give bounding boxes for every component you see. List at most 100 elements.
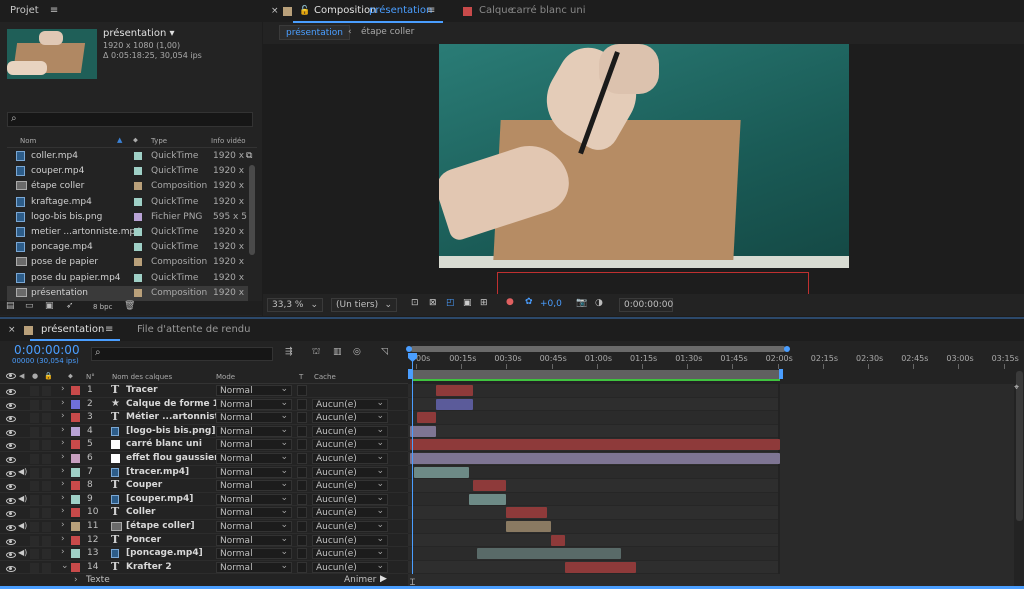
track-matte-dropdown[interactable]: Aucun(e) ⌄ [312,438,388,451]
layer-label-swatch[interactable] [71,562,80,572]
mode-dropdown[interactable]: Normal ⌄ [216,438,292,451]
lock-toggle[interactable] [42,549,51,560]
new-comp-icon[interactable]: ▣ [45,301,54,311]
layer-row[interactable]: ◀) › 11 [étape coller] Normal ⌄ Aucun(e)… [0,520,408,534]
mode-dropdown[interactable]: Normal ⌄ [216,506,292,519]
expand-chevron-icon[interactable]: ⌄ [61,561,69,571]
layer-label-swatch[interactable] [71,467,80,477]
sort-ascending-icon[interactable]: ▲ [117,136,122,144]
project-search-input[interactable]: ⌕ [7,112,253,127]
solo-toggle[interactable] [30,522,39,532]
lock-toggle[interactable] [42,467,51,478]
layer-name[interactable]: Calque de forme 1 [126,399,219,409]
layer-label-swatch[interactable] [71,399,80,409]
mode-dropdown[interactable]: Normal ⌄ [216,452,292,464]
exposure-reset-icon[interactable]: ✿ [525,297,533,307]
expand-chevron-icon[interactable]: › [61,438,65,448]
close-tab-icon[interactable]: × [271,0,279,22]
lock-toggle[interactable] [42,481,51,492]
layer-duration-bar[interactable] [410,439,780,451]
layer-label-swatch[interactable] [71,535,80,545]
time-ruler[interactable]: 00s 00:15s 00:30s 00:45s 01:00s 01:15s 01:30s 0… [408,352,1024,370]
preserve-transparency-toggle[interactable] [297,385,307,396]
lock-toggle[interactable] [42,399,51,410]
track-matte-dropdown[interactable]: Aucun(e) ⌄ [312,561,388,573]
preserve-transparency-toggle[interactable] [297,398,307,410]
layer-name[interactable]: Métier ...artonniste [126,412,225,422]
visibility-eye-icon[interactable] [6,551,16,561]
layer-name[interactable]: [couper.mp4] [126,494,193,504]
layer-row[interactable]: › 5 carré blanc uni Normal ⌄ Aucun(e) ⌄ [0,438,408,452]
solo-toggle[interactable] [30,508,39,519]
layer-duration-bar[interactable] [565,561,636,573]
project-item[interactable]: pose du papier.mp4 QuickTime 1920 x [7,271,248,286]
mode-dropdown[interactable]: Normal ⌄ [216,425,292,437]
solo-toggle[interactable] [30,467,39,478]
zoom-slider-handle-icon[interactable]: ⌖ [1014,383,1019,393]
visibility-eye-icon[interactable] [6,442,16,452]
show-snapshot-icon[interactable]: ◑ [595,298,603,308]
label-swatch[interactable] [134,258,142,267]
lock-toggle[interactable] [42,562,51,573]
label-swatch[interactable] [134,152,142,160]
track-matte-dropdown[interactable]: Aucun(e) ⌄ [312,493,388,505]
track-matte-dropdown[interactable]: Aucun(e) ⌄ [312,506,388,519]
layer-duration-bar[interactable] [413,466,470,478]
project-item[interactable]: kraftage.mp4 QuickTime 1920 x [7,195,248,210]
label-swatch[interactable] [134,228,142,236]
layer-row[interactable]: › 2 ★ Calque de forme 1 Normal ⌄ Aucun(e… [0,398,408,412]
preserve-transparency-toggle[interactable] [297,425,307,437]
track-matte-dropdown[interactable]: Aucun(e) ⌄ [312,452,388,464]
track-matte-dropdown[interactable]: Aucun(e) ⌄ [312,479,388,492]
comp-dropdown-icon[interactable]: ▾ [169,28,174,39]
shy-icon[interactable]: ▥ [333,347,342,357]
track-matte-dropdown[interactable]: Aucun(e) ⌄ [312,398,388,410]
layer-label-swatch[interactable] [71,494,80,504]
project-item[interactable]: metier ...artonniste.mp4 QuickTime 1920 x [7,225,248,240]
layer-duration-bar[interactable] [506,521,551,532]
solo-toggle[interactable] [30,413,39,424]
layer-row[interactable]: › 4 [logo-bis bis.png] Normal ⌄ Aucun(e)… [0,425,408,439]
layer-duration-bar[interactable] [472,480,507,492]
track-matte-dropdown[interactable]: Aucun(e) ⌄ [312,466,388,478]
layer-name[interactable]: [tracer.mp4] [126,467,189,477]
lock-toggle[interactable] [42,426,51,437]
track-matte-dropdown[interactable]: Aucun(e) ⌄ [312,520,388,532]
visibility-eye-icon[interactable] [6,524,16,534]
layer-row[interactable]: › 1 T Tracer Normal ⌄ [0,383,408,398]
project-scrollbar[interactable] [249,165,255,255]
layer-row[interactable]: ◀) › 13 [poncage.mp4] Normal ⌄ Aucun(e) … [0,547,408,561]
lock-toggle[interactable] [42,508,51,519]
current-time[interactable]: 0:00:00:00 [14,343,80,357]
timeline-tab-label[interactable]: présentation [41,319,104,341]
solo-toggle[interactable] [30,481,39,492]
solo-toggle[interactable] [30,494,39,505]
layer-name[interactable]: [poncage.mp4] [126,548,203,558]
grid-guides-icon[interactable]: ⊞ [480,298,488,308]
layer-row[interactable]: › 10 T Coller Normal ⌄ Aucun(e) ⌄ [0,505,408,520]
solo-toggle[interactable] [30,399,39,410]
layer-duration-bar[interactable] [550,534,566,546]
sub-row-chevron-icon[interactable]: › [74,575,78,585]
graph-editor-icon[interactable]: ◹ [381,347,388,357]
layer-row[interactable]: › 12 T Poncer Normal ⌄ Aucun(e) ⌄ [0,533,408,548]
resolution-dropdown[interactable]: (Un tiers) ⌄ [331,298,397,312]
layer-row[interactable]: › 8 T Couper Normal ⌄ Aucun(e) ⌄ [0,478,408,493]
viewer-timecode[interactable]: 0:00:00:00 [619,298,673,312]
mode-dropdown[interactable]: Normal ⌄ [216,479,292,492]
visibility-eye-icon[interactable] [6,402,16,412]
visibility-eye-icon[interactable] [6,415,16,425]
draft-3d-icon[interactable]: ⛫ [312,347,320,358]
label-swatch[interactable] [134,273,142,282]
track-matte-dropdown[interactable]: Aucun(e) ⌄ [312,534,388,546]
col-name-label[interactable]: Nom [20,137,36,145]
lock-toggle[interactable] [42,522,51,532]
layer-label-swatch[interactable] [71,440,80,450]
playhead[interactable] [412,354,413,584]
expand-chevron-icon[interactable]: › [61,425,65,435]
preserve-transparency-toggle[interactable] [297,493,307,505]
fast-preview-icon[interactable]: ⊡ [411,298,419,308]
layer-duration-bar[interactable] [469,493,507,505]
solo-toggle[interactable] [30,562,39,573]
project-item[interactable]: pose de papier Composition 1920 x [7,255,248,270]
